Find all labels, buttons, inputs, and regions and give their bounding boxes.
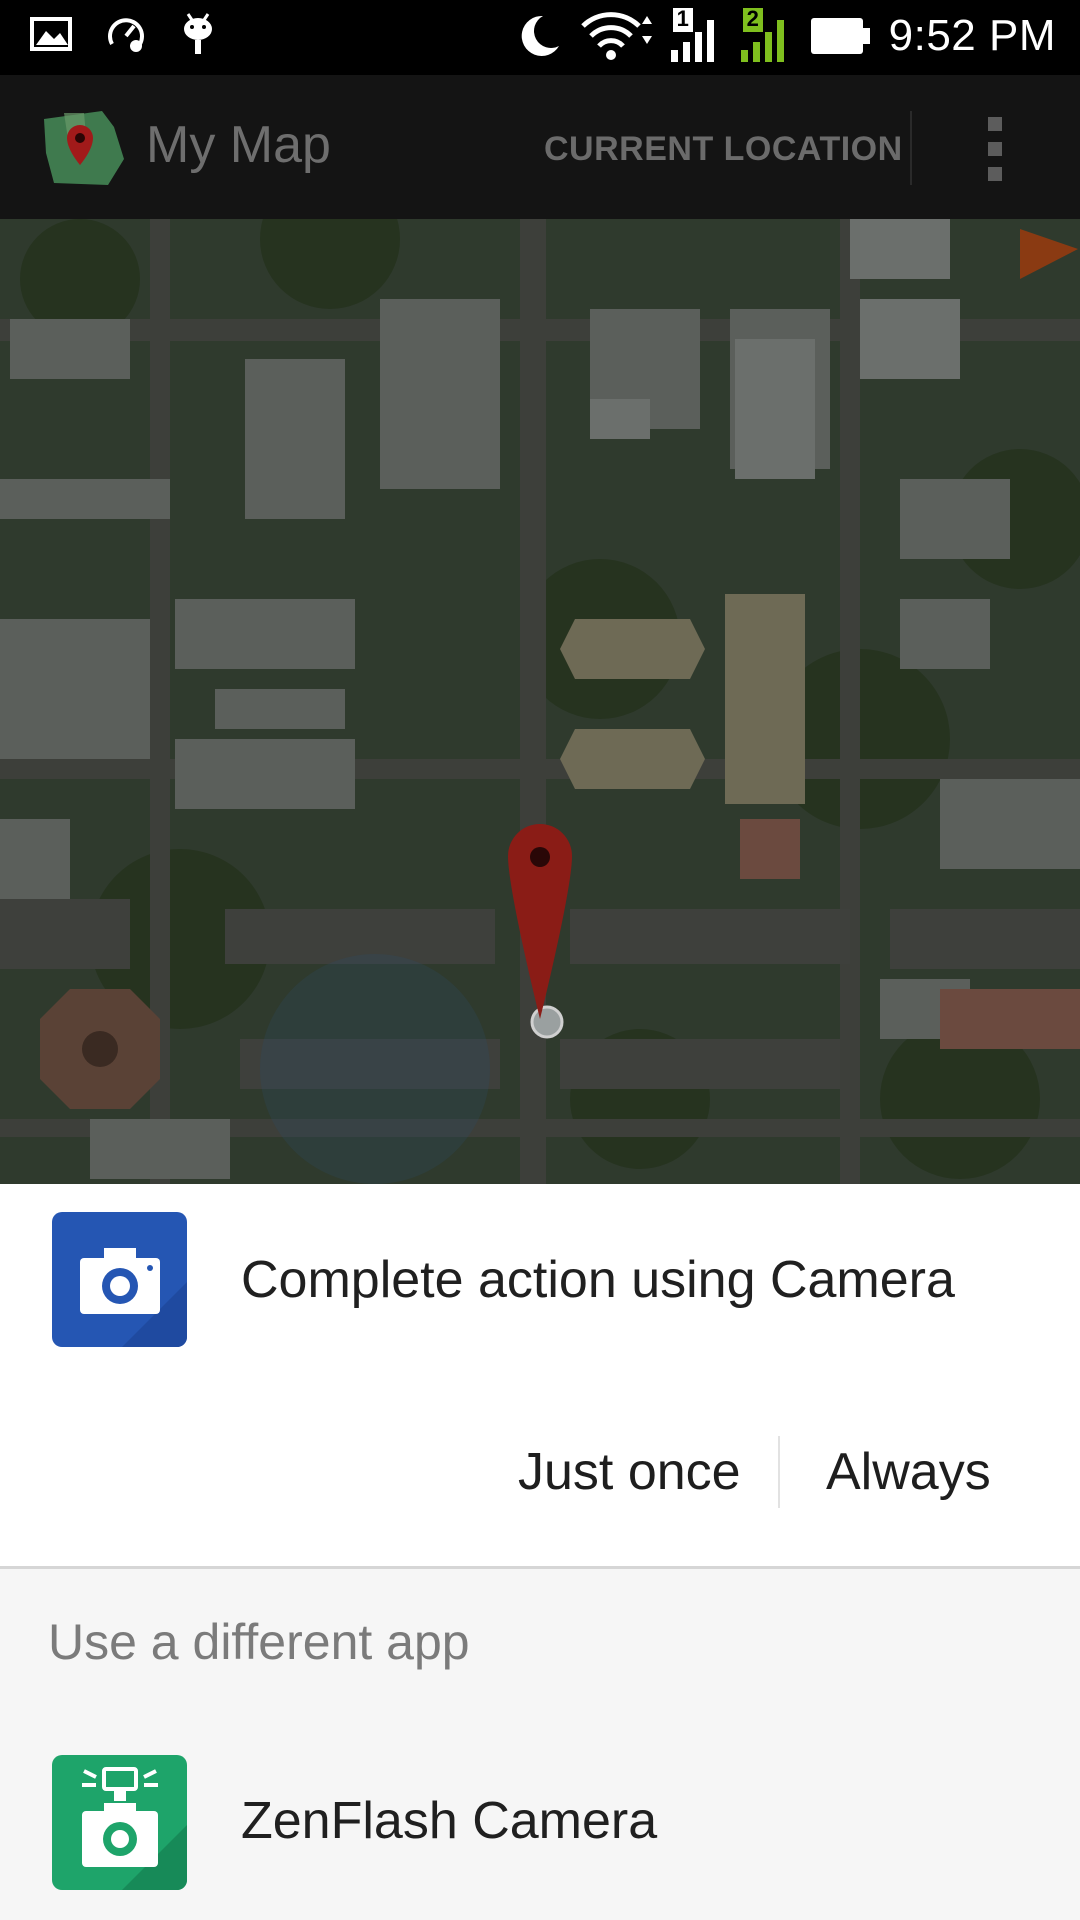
zenflash-camera-icon[interactable] — [52, 1755, 187, 1890]
clock: 9:52 PM — [888, 11, 1056, 60]
image-icon — [30, 17, 72, 51]
app-bar: My Map CURRENT LOCATION — [0, 75, 1080, 219]
chooser-prompt: Complete action using Camera — [241, 1251, 955, 1309]
just-once-button[interactable]: Just once — [518, 1442, 741, 1502]
signal-sim1-icon: 1 — [670, 6, 723, 64]
battery-icon — [810, 18, 870, 54]
app-chooser-sheet: Complete action using Camera Just once A… — [0, 1184, 1080, 1920]
android-bug-icon — [184, 13, 212, 54]
more-vert-icon[interactable] — [985, 117, 1005, 181]
button-divider — [778, 1436, 780, 1508]
signal-sim2-icon: 2 — [740, 6, 793, 64]
map-view[interactable] — [0, 219, 1080, 1184]
current-location-button[interactable]: CURRENT LOCATION — [544, 130, 903, 169]
camera-icon — [52, 1212, 187, 1347]
status-bar: 1 2 9:52 PM — [0, 0, 1080, 75]
different-app-section: Use a different app ZenFlash Camera — [0, 1569, 1080, 1920]
action-divider — [910, 111, 912, 185]
different-app-label: Use a different app — [48, 1614, 470, 1670]
speedometer-icon — [108, 18, 144, 52]
moon-icon — [521, 15, 559, 56]
always-button[interactable]: Always — [826, 1442, 991, 1502]
app-title: My Map — [146, 116, 331, 174]
app-logo-icon — [44, 111, 124, 185]
wifi-icon — [580, 12, 652, 60]
app-name: ZenFlash Camera — [241, 1792, 658, 1850]
